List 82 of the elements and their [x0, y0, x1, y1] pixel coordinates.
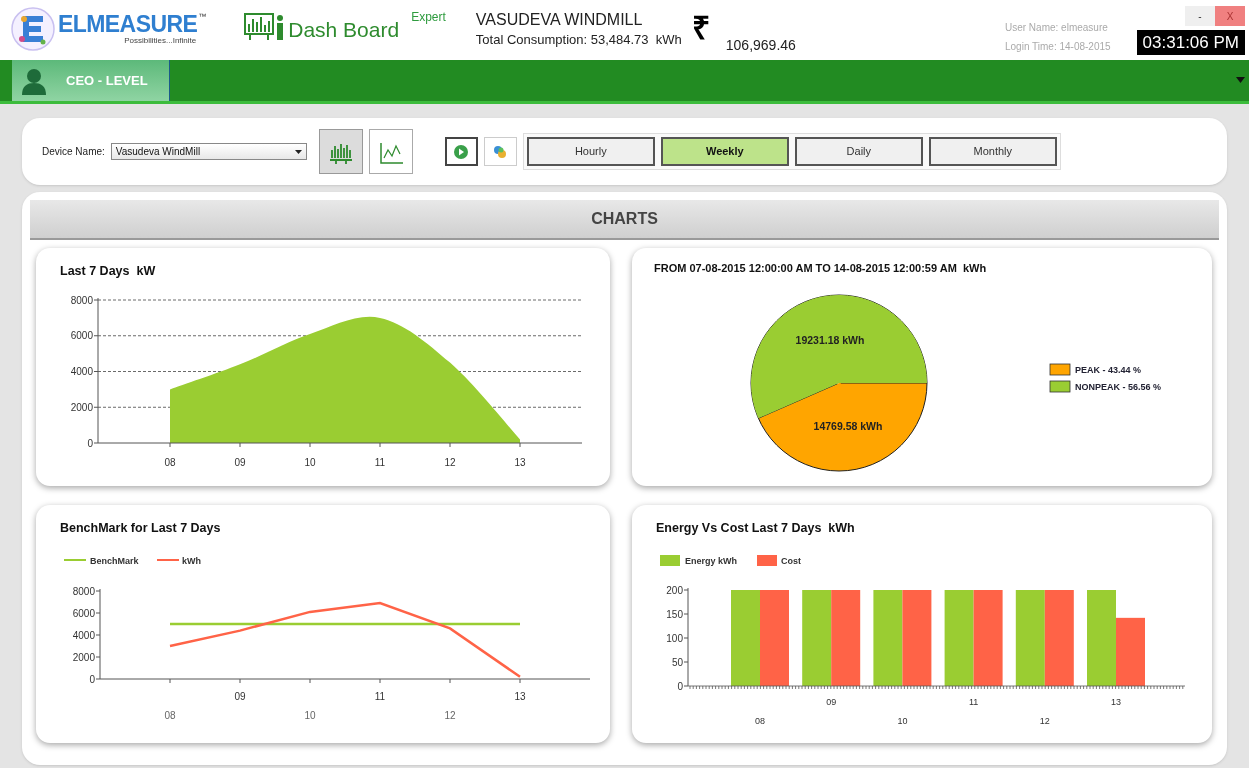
legend-label: PEAK - 43.44 % — [1075, 365, 1142, 375]
tick-label: 4000 — [70, 366, 93, 377]
tick-label: 09 — [234, 691, 246, 702]
tick-label: 150 — [666, 608, 683, 620]
tick-label: 10 — [304, 710, 316, 721]
link-button[interactable] — [483, 137, 517, 166]
period-tab[interactable]: Hourly — [526, 137, 655, 166]
tick-label: 08 — [164, 457, 176, 468]
tick-label: 11 — [374, 457, 386, 468]
legend-label: BenchMark — [90, 555, 140, 566]
tick-label: 09 — [234, 457, 246, 468]
tick-label: 12 — [1039, 716, 1050, 726]
legend-item: PEAK - 43.44 % — [1049, 363, 1142, 376]
tick-label: 08 — [755, 716, 765, 726]
tick-label: 12 — [444, 710, 456, 721]
tick-label: 13 — [514, 457, 526, 468]
edition-label: Expert — [411, 9, 446, 26]
device-label: Device Name: — [42, 145, 105, 159]
section-header: CHARTS — [30, 200, 1219, 240]
slice-label: 14769.58 kWh — [813, 420, 883, 433]
tick-label: 100 — [666, 632, 683, 644]
tick-label: 2000 — [70, 401, 93, 413]
legend-label: Cost — [781, 555, 801, 566]
person-icon — [20, 66, 48, 95]
tick-label: 2000 — [72, 651, 95, 663]
slice-label: 19231.18 kWh — [795, 333, 865, 346]
link-icon — [492, 143, 509, 160]
period-tab[interactable]: Monthly — [928, 137, 1057, 166]
total-cost: 106,969.46 — [725, 36, 796, 55]
tick-label: 6000 — [70, 330, 93, 342]
legend-item: kWh — [156, 555, 201, 566]
tick-label: 08 — [164, 710, 176, 721]
tick-label: 200 — [666, 584, 683, 596]
site-name: VASUDEVA WINDMILL — [475, 10, 644, 30]
app-title: Dash Board — [288, 17, 400, 43]
tick-label: 09 — [826, 697, 837, 707]
trademark: ™ — [198, 13, 207, 21]
chart-title: Last 7 Days kW — [60, 264, 156, 278]
tick-label: 11 — [374, 691, 386, 702]
rupee-symbol: ₹ — [691, 12, 710, 44]
tick-label: 4000 — [72, 629, 95, 641]
device-select[interactable]: Vasudeva WindMill — [110, 143, 307, 160]
chart-title: BenchMark for Last 7 Days — [60, 521, 221, 535]
chart-title: Energy Vs Cost Last 7 Days kWh — [656, 521, 855, 535]
legend-item: Energy kWh — [660, 555, 737, 566]
chart-title: FROM 07-08-2015 12:00:00 AM TO 14-08-2015 12:00:59 AM kWh — [654, 262, 987, 274]
legend-item: Cost — [757, 555, 801, 566]
tick-label: 10 — [304, 457, 316, 468]
user-name: User Name: elmeasure — [1004, 21, 1109, 35]
play-button[interactable] — [444, 137, 478, 166]
minimize-button[interactable]: - — [1185, 6, 1215, 26]
dropdown-caret-icon — [294, 149, 302, 154]
tick-label: 50 — [671, 656, 683, 668]
caret-icon — [1236, 77, 1245, 83]
tagline: Possibilities...Infinite — [124, 37, 197, 45]
play-icon — [453, 143, 470, 160]
device-value: Vasudeva WindMill — [115, 145, 201, 159]
login-time: Login Time: 14-08-2015 — [1004, 40, 1111, 54]
total-consumption: Total Consumption: 53,484.73 kWh — [475, 32, 682, 49]
period-tab[interactable]: Daily — [794, 137, 923, 166]
legend-label: Energy kWh — [685, 555, 738, 566]
period-tab[interactable]: Weekly — [660, 137, 789, 166]
tick-label: 0 — [677, 680, 683, 692]
tick-label: 8000 — [72, 585, 95, 597]
tick-label: 12 — [444, 457, 456, 468]
tick-label: 6000 — [72, 607, 95, 619]
clock: 03:31:06 PM — [1136, 30, 1245, 55]
logo-icon — [10, 6, 56, 52]
tick-label: 13 — [514, 691, 526, 702]
line-chart-button[interactable] — [368, 129, 413, 174]
bar-chart-button[interactable] — [318, 129, 363, 174]
legend-label: kWh — [182, 555, 201, 566]
tick-label: 0 — [89, 673, 95, 685]
brand-name: ELMEASURE — [58, 13, 198, 36]
tick-label: 8000 — [70, 294, 93, 306]
legend-item: NONPEAK - 56.56 % — [1049, 380, 1162, 393]
legend-item: BenchMark — [63, 555, 139, 566]
legend-label: NONPEAK - 56.56 % — [1075, 382, 1162, 392]
tick-label: 11 — [968, 697, 979, 707]
tick-label: 0 — [87, 437, 93, 449]
tick-label: 10 — [897, 716, 908, 726]
tick-label: 13 — [1111, 697, 1121, 707]
